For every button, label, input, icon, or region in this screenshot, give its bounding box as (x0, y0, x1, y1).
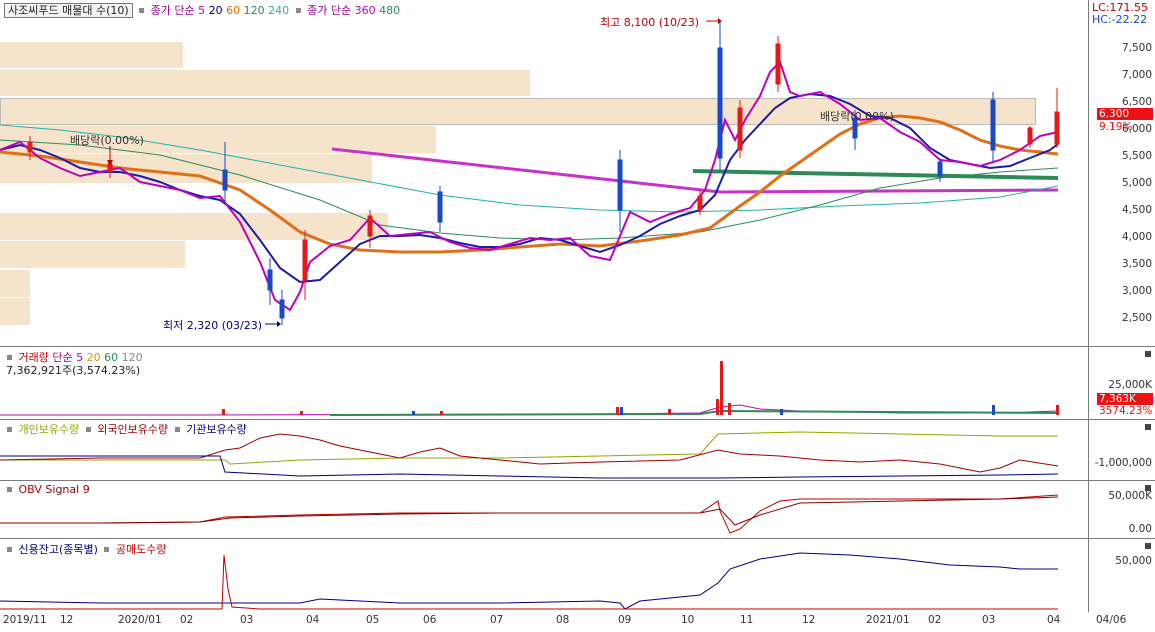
x-tick: 08 (556, 614, 570, 626)
obv-panel[interactable]: OBV Signal 9 (0, 481, 1088, 539)
price-tick: 3,000 (1121, 285, 1152, 297)
x-tick: 12 (802, 614, 816, 626)
change-pct: 9.19% (1099, 121, 1133, 133)
price-axis: LC:171.55 HC:-22.22 7,500 7,000 6,500 6,… (1088, 0, 1155, 347)
x-tick: 04 (306, 614, 320, 626)
legend-short: 공매도수량 (115, 543, 167, 556)
volume-axis: 25,000K 7,363K 3574.23% (1088, 347, 1155, 420)
ma20-line (0, 92, 1059, 284)
legend-individual: 개인보유수량 (18, 423, 80, 436)
legend-ma120: 120 (243, 4, 265, 17)
obv-chart (0, 494, 1059, 534)
legend-ma-label: 종가 단순 (150, 4, 195, 17)
x-tick: 07 (490, 614, 504, 626)
legend-marker (174, 427, 180, 432)
holder-axis: -1,000,000 (1088, 420, 1155, 481)
legend-ma480: 480 (379, 4, 401, 17)
legend-signal: Signal 9 (45, 483, 90, 496)
holder-panel[interactable]: 개인보유수량 외국인보유수량 기관보유수량 (0, 420, 1088, 481)
volume-tick: 25,000K (1108, 379, 1152, 391)
price-tick: 4,000 (1121, 231, 1152, 243)
legend-ma5: 5 (198, 4, 206, 17)
x-axis: 2019/11 12 2020/01 02 03 04 05 06 07 08 … (0, 612, 1155, 632)
legend-marker (139, 8, 145, 13)
x-tick: 09 (618, 614, 632, 626)
legend-institution: 기관보유수량 (186, 423, 247, 436)
legend-marker (7, 487, 12, 492)
x-tick: 2020/01 (118, 614, 162, 626)
legend-ma-label-2: 종가 단순 (307, 4, 352, 17)
legend-ma60: 60 (226, 4, 241, 17)
obv-legend: OBV Signal 9 (4, 483, 90, 496)
x-tick: 04 (1047, 614, 1061, 626)
x-tick: 10 (681, 614, 695, 626)
x-tick: 02 (180, 614, 194, 626)
volume-panel[interactable]: 거래량 단순 5 20 60 120 7,362,921주(3,574.23%) (0, 347, 1088, 420)
legend-foreign: 외국인보유수량 (97, 423, 169, 436)
x-tick: 03 (982, 614, 996, 626)
ma240-line (0, 124, 1059, 213)
price-tick: 5,000 (1121, 177, 1152, 189)
price-tick: 4,500 (1121, 204, 1152, 216)
credit-legend: 신용잔고(종목별) 공매도수량 (4, 541, 167, 557)
current-price-tag: 6,300 (1097, 108, 1153, 120)
dividend-annotation-2: 배당락(0.00%) (820, 110, 894, 123)
high-annotation: 최고 8,100 (10/23) (600, 16, 700, 29)
x-tick: 03 (240, 614, 254, 626)
close-icon[interactable] (1145, 543, 1151, 549)
holder-legend: 개인보유수량 외국인보유수량 기관보유수량 (4, 421, 247, 437)
legend-marker (295, 8, 301, 13)
obv-tick: 50,000K (1108, 490, 1152, 502)
x-tick: 02 (928, 614, 942, 626)
price-tick: 7,000 (1121, 69, 1152, 81)
x-tick: 11 (740, 614, 754, 626)
legend-ma360: 360 (354, 4, 376, 17)
price-tick: 5,500 (1121, 150, 1152, 162)
x-tick: 12 (60, 614, 74, 626)
x-tick-current: 04/06 (1096, 614, 1127, 626)
legend-obv: OBV (18, 483, 42, 496)
price-legend: 사조씨푸드 매물대 수(10) 종가 단순 5 20 60 120 240 종가… (4, 2, 400, 18)
legend-marker (104, 547, 110, 552)
credit-axis: 50,000 (1088, 539, 1155, 613)
price-panel[interactable]: 사조씨푸드 매물대 수(10) 종가 단순 5 20 60 120 240 종가… (0, 0, 1088, 347)
legend-marker (7, 355, 12, 360)
price-chart (0, 18, 1060, 327)
legend-ma240: 240 (268, 4, 290, 17)
credit-panel[interactable]: 신용잔고(종목별) 공매도수량 (0, 539, 1088, 613)
legend-marker (7, 427, 12, 432)
x-tick: 2019/11 (3, 614, 47, 626)
credit-tick: 50,000 (1115, 555, 1152, 567)
price-tick: 2,500 (1121, 312, 1152, 324)
price-tick: 6,500 (1121, 96, 1152, 108)
close-icon[interactable] (1145, 424, 1151, 430)
x-tick: 05 (366, 614, 380, 626)
volume-pct: 3574.23% (1099, 405, 1153, 417)
ma60-line (0, 114, 1059, 254)
legend-ma20: 20 (208, 4, 223, 17)
holder-tick: -1,000,000 (1094, 457, 1152, 469)
volume-chart (0, 361, 1059, 416)
volume-tag: 7,363K (1097, 393, 1153, 405)
x-tick: 2021/01 (866, 614, 910, 626)
trend-line-magenta-flat (719, 188, 1059, 194)
low-annotation: 최저 2,320 (03/23) (163, 319, 263, 332)
hc-value: HC:-22.22 (1092, 13, 1148, 26)
dividend-annotation: 배당락(0.00%) (70, 134, 144, 147)
obv-tick: 0.00 (1128, 523, 1152, 535)
obv-axis: 50,000K 0.00 (1088, 481, 1155, 539)
volume-value: 7,362,921주(3,574.23%) (6, 364, 141, 377)
legend-marker (7, 547, 12, 552)
legend-marker (85, 427, 91, 432)
close-icon[interactable] (1145, 351, 1151, 357)
legend-credit: 신용잔고(종목별) (18, 543, 98, 556)
price-tick: 7,500 (1121, 42, 1152, 54)
ma5-line (0, 60, 1059, 312)
x-tick: 06 (423, 614, 437, 626)
price-tick: 3,500 (1121, 258, 1152, 270)
chart-title[interactable]: 사조씨푸드 매물대 수(10) (4, 3, 133, 18)
